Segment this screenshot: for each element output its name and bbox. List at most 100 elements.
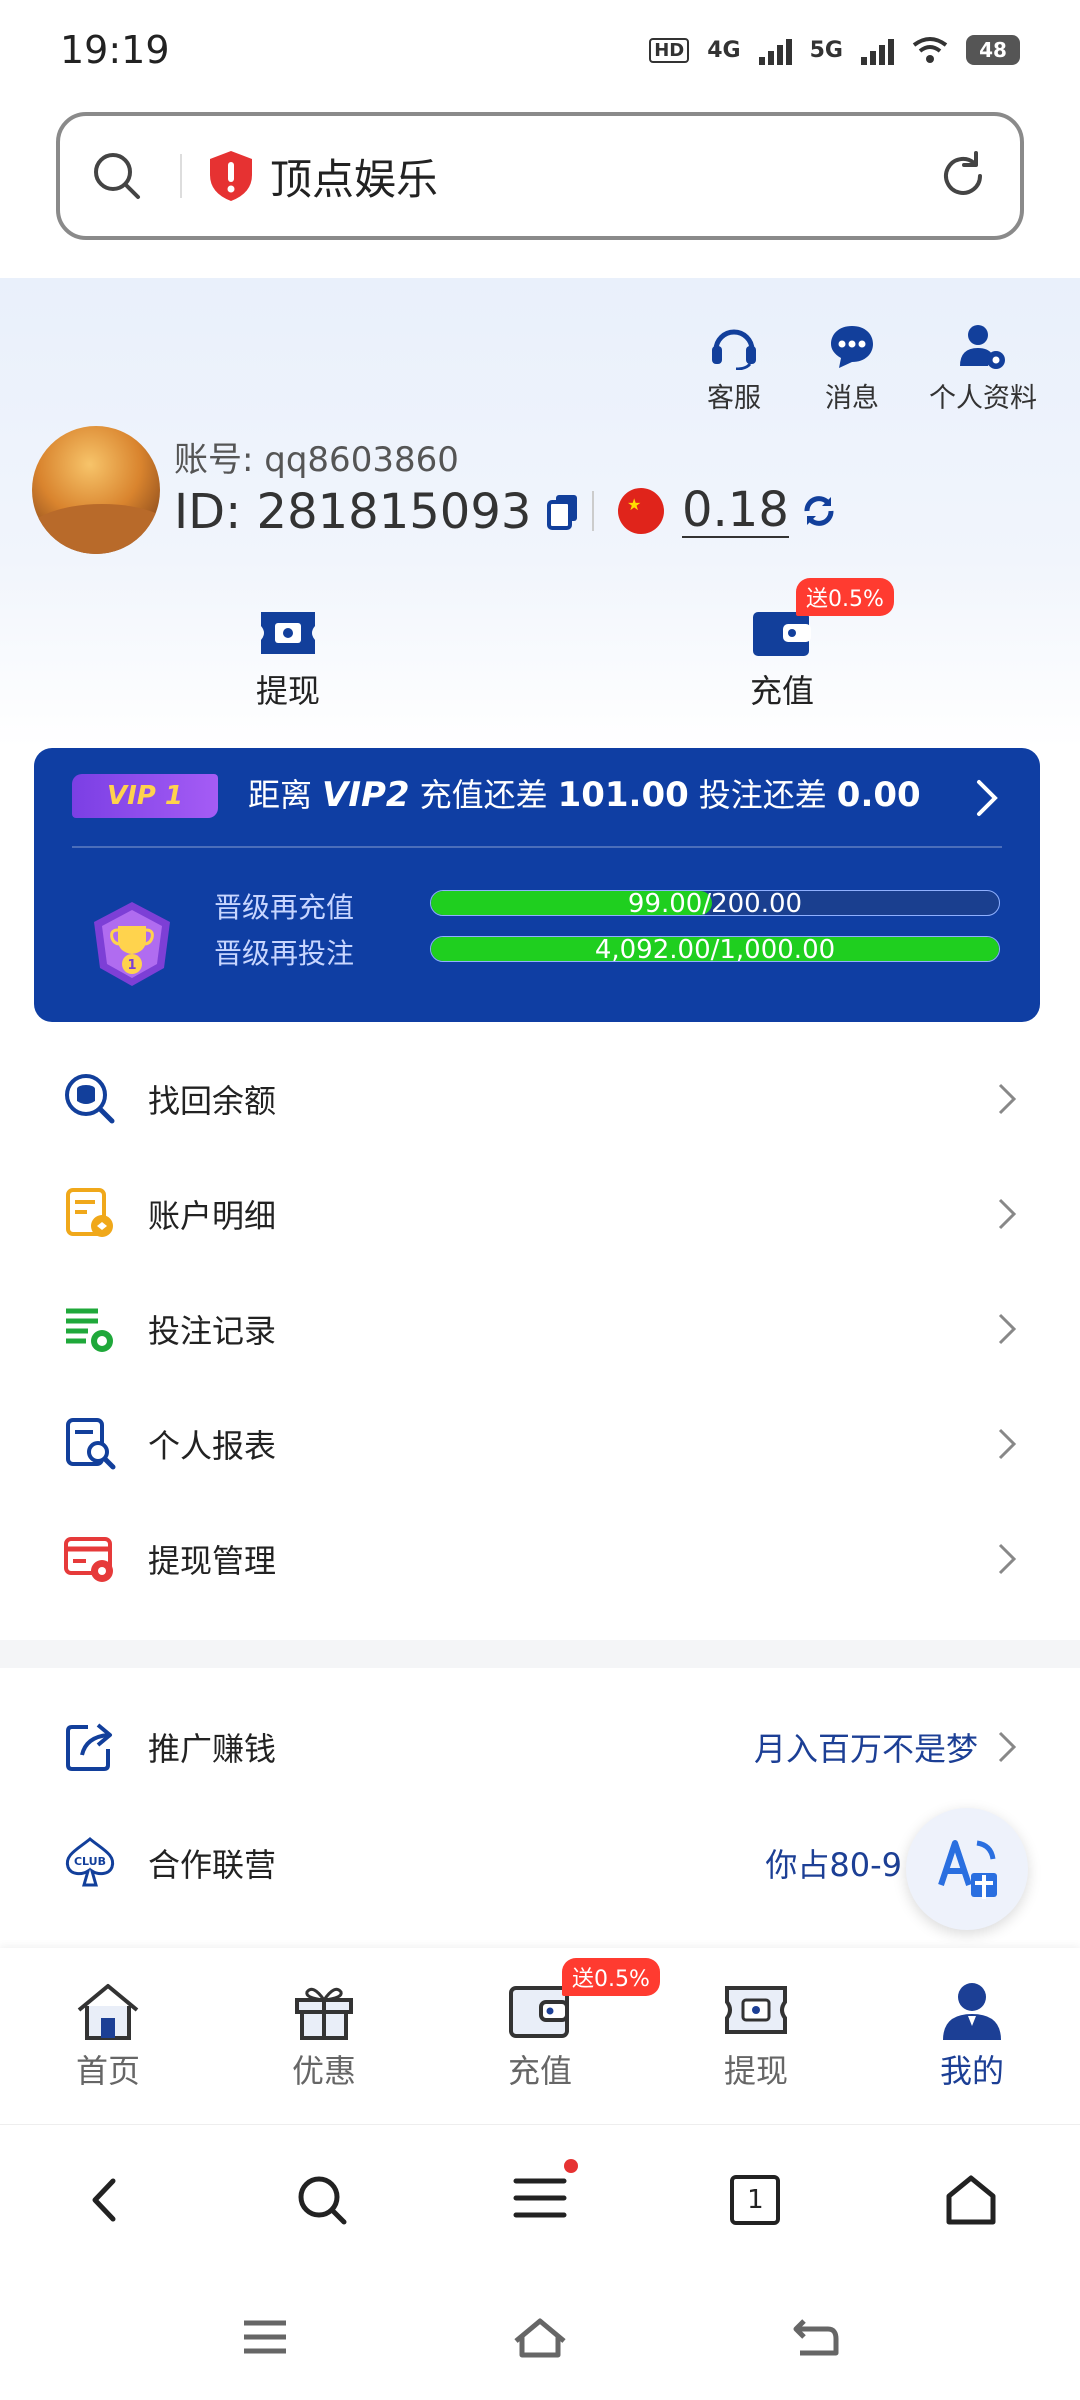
- share-icon: [62, 1719, 118, 1775]
- messages-label: 消息: [825, 383, 879, 414]
- menu-icon[interactable]: [512, 2158, 578, 2227]
- hd-icon: HD: [649, 37, 690, 63]
- search-icon[interactable]: [90, 149, 144, 203]
- vip-deposit-remaining: 101.00: [557, 775, 689, 815]
- account-id-row: ID: 281815093: [174, 484, 581, 540]
- deposit-quick-button[interactable]: 充值: [712, 606, 852, 712]
- balance-amount: 0.18: [682, 482, 789, 538]
- menu-item-recover-balance[interactable]: 找回余额: [0, 1042, 1080, 1156]
- balance-divider: [592, 491, 594, 531]
- copy-icon[interactable]: [545, 492, 581, 532]
- back-nav-icon[interactable]: [790, 2315, 840, 2359]
- progress-text-deposit: 99.00/200.00: [627, 890, 803, 916]
- reload-icon[interactable]: [936, 149, 990, 203]
- chevron-right-icon: [998, 1083, 1017, 1115]
- top-actions: 客服 消息 个人资料: [688, 322, 1042, 415]
- status-time: 19:19: [60, 28, 170, 72]
- menu-label: 投注记录: [148, 1312, 277, 1350]
- tab-deposit[interactable]: 充值 送0.5%: [432, 1948, 660, 2124]
- menu-label: 提现管理: [148, 1542, 277, 1580]
- menu-label: 推广赚钱: [148, 1730, 277, 1768]
- deposit-promo-badge: 送0.5%: [796, 578, 894, 616]
- customer-service-button[interactable]: 客服: [688, 322, 780, 415]
- deposit-quick-label: 充值: [749, 672, 814, 710]
- tabs-button[interactable]: 1: [730, 2174, 781, 2225]
- account-details-icon: [62, 1186, 118, 1242]
- vip-deposit-text: 充值还差: [419, 776, 548, 814]
- home-icon[interactable]: [943, 2172, 999, 2228]
- menu-item-withdraw-management[interactable]: 提现管理: [0, 1502, 1080, 1616]
- system-navigation: [0, 2274, 1080, 2400]
- tab-home[interactable]: 首页: [0, 1948, 216, 2124]
- progress-label-deposit: 晋级再充值: [214, 891, 355, 924]
- progress-bar-deposit: 99.00/200.00: [430, 890, 1000, 916]
- balance-row: ★ 0.18: [592, 484, 837, 538]
- status-indicators: HD 4G 5G 48: [649, 35, 1020, 65]
- chat-bubble-icon: [831, 326, 873, 368]
- menu-item-promote[interactable]: 推广赚钱 月入百万不是梦: [0, 1690, 1080, 1804]
- tab-label: 提现: [723, 2052, 788, 2090]
- vip-prefix: 距离: [248, 776, 313, 814]
- progress-label-bet: 晋级再投注: [214, 937, 355, 970]
- menu-item-personal-report[interactable]: 个人报表: [0, 1387, 1080, 1501]
- withdraw-quick-label: 提现: [255, 672, 320, 710]
- section-divider: [0, 1640, 1080, 1668]
- home-nav-icon[interactable]: [510, 2315, 570, 2359]
- bet-records-icon: [62, 1301, 118, 1357]
- security-warning-icon[interactable]: [206, 149, 256, 203]
- tab-label: 充值: [507, 2052, 572, 2090]
- signal-icon: [758, 35, 792, 65]
- bottom-tab-bar: 首页 优惠 充值 送0.5% 提现 我的: [0, 1948, 1080, 2124]
- address-divider: [180, 154, 182, 198]
- translate-icon: [938, 1840, 997, 1899]
- chevron-right-icon[interactable]: [974, 778, 1000, 818]
- notification-dot: [563, 2158, 578, 2173]
- chevron-right-icon: [998, 1731, 1017, 1763]
- tab-promotions[interactable]: 优惠: [216, 1948, 432, 2124]
- profile-button[interactable]: 个人资料: [924, 322, 1042, 415]
- menu-item-account-details[interactable]: 账户明细: [0, 1157, 1080, 1271]
- vip-card[interactable]: VIP 1 距离 VIP2 充值还差 101.00 投注还差 0.00 1 晋级…: [34, 748, 1040, 1022]
- tab-label: 首页: [75, 2052, 140, 2090]
- vip-progress-summary: 距离 VIP2 充值还差 101.00 投注还差 0.00: [248, 770, 921, 816]
- avatar[interactable]: [32, 426, 160, 554]
- tab-label: 优惠: [291, 2052, 356, 2090]
- profile-label: 个人资料: [929, 383, 1037, 414]
- home-icon: [77, 1984, 139, 2040]
- balance-search-icon: [62, 1071, 118, 1127]
- status-bar: 19:19 HD 4G 5G 48: [0, 0, 1080, 100]
- menu-label: 个人报表: [148, 1427, 277, 1465]
- recents-icon[interactable]: [240, 2317, 290, 2357]
- menu-label: 账户明细: [148, 1197, 277, 1235]
- messages-button[interactable]: 消息: [806, 322, 898, 415]
- gift-icon: [295, 1987, 353, 2040]
- menu-extra-text: 月入百万不是梦: [753, 1730, 978, 1768]
- svg-text:1: 1: [127, 958, 136, 973]
- back-icon[interactable]: [81, 2175, 131, 2225]
- browser-toolbar: 1: [0, 2124, 1080, 2274]
- search-icon[interactable]: [294, 2172, 350, 2228]
- address-bar[interactable]: 顶点娱乐: [56, 112, 1024, 240]
- chevron-right-icon: [998, 1313, 1017, 1345]
- tab-mine[interactable]: 我的: [864, 1948, 1080, 2124]
- refresh-balance-icon[interactable]: [801, 493, 837, 529]
- club-icon: CLUB: [62, 1835, 118, 1891]
- vip-bet-text: 投注还差: [698, 776, 827, 814]
- wifi-icon: [912, 37, 948, 63]
- site-name[interactable]: 顶点娱乐: [270, 146, 438, 207]
- user-icon: [943, 1983, 1001, 2040]
- tab-deposit-promo-badge: 送0.5%: [562, 1958, 660, 1996]
- network-label-4g: 4G: [707, 37, 741, 63]
- china-flag-icon: ★: [618, 488, 664, 534]
- account-id: ID: 281815093: [174, 484, 532, 540]
- chevron-right-icon: [998, 1428, 1017, 1460]
- withdraw-quick-button[interactable]: 提现: [218, 606, 358, 712]
- menu-item-bet-records[interactable]: 投注记录: [0, 1272, 1080, 1386]
- tab-withdraw[interactable]: 提现: [648, 1948, 864, 2124]
- signal-icon-2: [861, 35, 894, 65]
- progress-bar-bet: 4,092.00/1,000.00: [430, 936, 1000, 962]
- withdraw-management-icon: [62, 1531, 118, 1587]
- chevron-right-icon: [998, 1543, 1017, 1575]
- translate-button[interactable]: [906, 1808, 1028, 1930]
- svg-text:CLUB: CLUB: [74, 1855, 106, 1868]
